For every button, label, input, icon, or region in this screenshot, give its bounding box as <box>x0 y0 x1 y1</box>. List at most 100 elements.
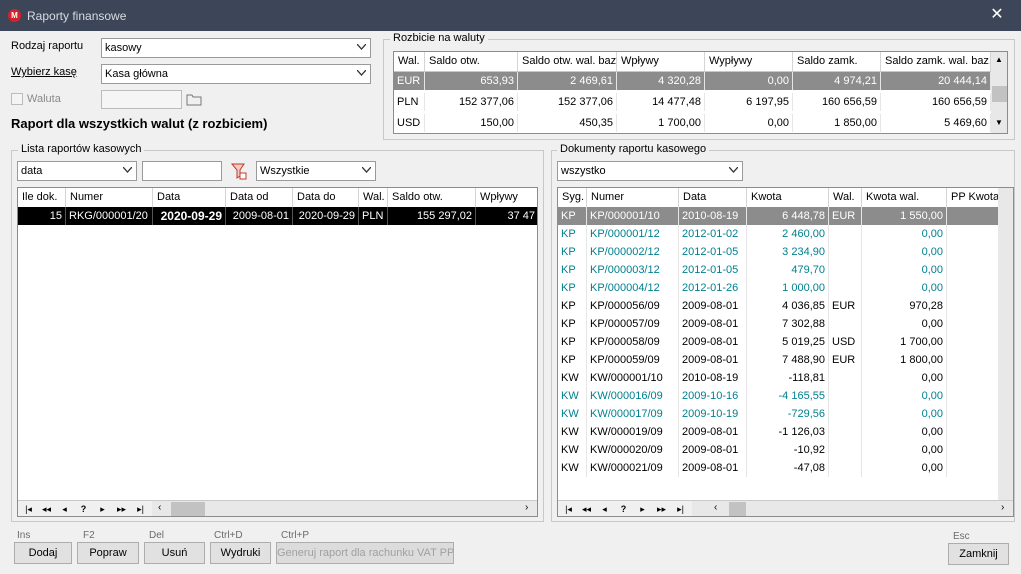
scroll-right-icon[interactable]: › <box>1001 502 1004 513</box>
close-button[interactable]: Zamknij <box>948 543 1009 565</box>
scroll-down-icon[interactable]: ▼ <box>995 118 1003 127</box>
currency-checkbox[interactable] <box>11 93 23 105</box>
chevron-down-icon[interactable] <box>119 163 135 179</box>
prev-record-icon[interactable]: ◂ <box>56 502 73 516</box>
first-record-icon[interactable]: |◂ <box>560 502 577 516</box>
column-header[interactable]: Ile dok. <box>18 188 66 207</box>
column-header[interactable]: Data do <box>293 188 359 207</box>
scrollbar-thumb[interactable] <box>992 86 1007 102</box>
table-row[interactable]: KWKW/000019/092009-08-01-1 126,030,000 <box>558 423 1011 441</box>
table-row[interactable]: KPKP/000001/122012-01-022 460,000,000 <box>558 225 1011 243</box>
delete-shortcut: Del <box>149 530 165 541</box>
table-row[interactable]: KPKP/000057/092009-08-017 302,880,000 <box>558 315 1011 333</box>
table-cell: 479,70 <box>747 261 829 279</box>
last-record-icon[interactable]: ▸| <box>672 502 689 516</box>
column-header[interactable]: Data <box>153 188 226 207</box>
column-header[interactable]: Wal. <box>829 188 862 207</box>
table-row[interactable]: KP KP/000056/09 2009-08-01 4 036,85 EUR 970,2… <box>558 297 1011 315</box>
horizontal-scrollbar[interactable]: ‹ › <box>692 501 1013 516</box>
cashbox-select[interactable]: Kasa główna <box>101 64 371 84</box>
reports-filter-input[interactable] <box>142 161 222 181</box>
chevron-down-icon[interactable] <box>353 66 369 82</box>
vertical-scrollbar[interactable]: ▲ ▼ <box>991 52 1007 133</box>
table-row[interactable]: KPKP/000003/122012-01-05479,700,000 <box>558 261 1011 279</box>
reports-status-select[interactable]: Wszystkie <box>256 161 376 181</box>
generate-vat-report-button[interactable]: Generuj raport dla rachunku VAT PP <box>276 542 454 564</box>
scrollbar-thumb[interactable] <box>729 502 746 516</box>
table-cell: 0,00 <box>862 279 947 297</box>
column-header[interactable]: Saldo zamk. <box>793 52 881 71</box>
documents-table[interactable]: Syg. Numer Data Kwota Wal. Kwota wal. PP… <box>557 187 1014 517</box>
chevron-down-icon[interactable] <box>353 40 369 56</box>
scroll-left-icon[interactable]: ‹ <box>714 502 717 513</box>
table-cell: -729,56 <box>747 405 829 423</box>
column-header[interactable]: Data <box>679 188 747 207</box>
table-row[interactable]: KP KP/000058/09 2009-08-01 5 019,25 USD 1 700… <box>558 333 1011 351</box>
table-row[interactable]: KWKW/000021/092009-08-01-47,080,000 <box>558 459 1011 477</box>
scrollbar-thumb[interactable] <box>171 502 205 516</box>
chevron-down-icon[interactable] <box>725 163 741 179</box>
column-header[interactable]: Syg. <box>558 188 587 207</box>
currency-breakdown-title: Rozbicie na waluty <box>390 32 488 44</box>
help-icon[interactable]: ? <box>615 502 632 516</box>
column-header[interactable]: Numer <box>66 188 153 207</box>
table-row[interactable]: USD 150,00 450,35 1 700,00 0,00 1 850,00… <box>394 114 991 132</box>
column-header[interactable]: Saldo otw. <box>388 188 476 207</box>
table-row[interactable]: KWKW/000017/092009-10-19-729,560,000 <box>558 405 1011 423</box>
scroll-left-icon[interactable]: ‹ <box>158 502 161 513</box>
currency-input[interactable] <box>101 90 182 109</box>
first-record-icon[interactable]: |◂ <box>20 502 37 516</box>
edit-button[interactable]: Popraw <box>77 542 139 564</box>
prev-page-icon[interactable]: ◂◂ <box>578 502 595 516</box>
table-row[interactable]: KWKW/000020/092009-08-01-10,920,000 <box>558 441 1011 459</box>
column-header[interactable]: Wal. <box>359 188 388 207</box>
scroll-up-icon[interactable]: ▲ <box>995 55 1003 64</box>
report-type-select[interactable]: kasowy <box>101 38 371 58</box>
reports-table[interactable]: Ile dok. Numer Data Data od Data do Wal.… <box>17 187 538 517</box>
table-row[interactable]: 15 RKG/000001/20 2020-09-29 2009-08-01 2… <box>18 207 537 225</box>
documents-filter-select[interactable]: wszystko <box>557 161 743 181</box>
column-header[interactable]: Kwota <box>747 188 829 207</box>
table-row[interactable]: KPKP/000004/122012-01-261 000,000,000 <box>558 279 1011 297</box>
table-row[interactable]: KP KP/000059/09 2009-08-01 7 488,90 EUR 1 800… <box>558 351 1011 369</box>
currency-breakdown-table[interactable]: Wal. Saldo otw. Saldo otw. wal. baz. Wpł… <box>393 51 1008 134</box>
column-header[interactable]: Wypływy <box>705 52 793 71</box>
table-row[interactable]: EUR 653,93 2 469,61 4 320,28 0,00 4 974,… <box>394 72 991 90</box>
next-record-icon[interactable]: ▸ <box>94 502 111 516</box>
filter-icon[interactable] <box>230 162 247 180</box>
vertical-scrollbar[interactable] <box>998 188 1013 500</box>
table-row[interactable]: KP KP/000001/10 2010-08-19 6 448,78 EUR 1 550… <box>558 207 1011 225</box>
column-header[interactable]: Saldo zamk. wal. baz. <box>881 52 991 71</box>
print-button[interactable]: Wydruki <box>210 542 271 564</box>
column-header[interactable]: Kwota wal. <box>862 188 947 207</box>
prev-record-icon[interactable]: ◂ <box>596 502 613 516</box>
table-cell: 6 197,95 <box>705 93 793 111</box>
table-row[interactable]: KWKW/000001/102010-08-19-118,810,000 <box>558 369 1011 387</box>
documents-title: Dokumenty raportu kasowego <box>557 143 710 155</box>
column-header[interactable]: Saldo otw. wal. baz. <box>518 52 617 71</box>
delete-button[interactable]: Usuń <box>144 542 205 564</box>
table-cell: 7 302,88 <box>747 315 829 333</box>
column-header[interactable]: Wpływy <box>476 188 537 207</box>
add-button[interactable]: Dodaj <box>14 542 72 564</box>
table-row[interactable]: KWKW/000016/092009-10-16-4 165,550,000 <box>558 387 1011 405</box>
folder-icon[interactable] <box>186 93 202 106</box>
table-row[interactable]: KPKP/000002/122012-01-053 234,900,000 <box>558 243 1011 261</box>
next-record-icon[interactable]: ▸ <box>634 502 651 516</box>
close-icon[interactable]: ✕ <box>988 5 1006 25</box>
last-record-icon[interactable]: ▸| <box>132 502 149 516</box>
column-header[interactable]: Data od <box>226 188 293 207</box>
column-header[interactable]: Numer <box>587 188 679 207</box>
column-header[interactable]: Wal. <box>394 52 425 71</box>
table-row[interactable]: PLN 152 377,06 152 377,06 14 477,48 6 19… <box>394 93 991 111</box>
horizontal-scrollbar[interactable]: ‹ › <box>152 501 537 516</box>
column-header[interactable]: Saldo otw. <box>425 52 518 71</box>
scroll-right-icon[interactable]: › <box>525 502 528 513</box>
next-page-icon[interactable]: ▸▸ <box>653 502 670 516</box>
help-icon[interactable]: ? <box>75 502 92 516</box>
column-header[interactable]: Wpływy <box>617 52 705 71</box>
reports-filter-field-select[interactable]: data <box>17 161 137 181</box>
prev-page-icon[interactable]: ◂◂ <box>38 502 55 516</box>
chevron-down-icon[interactable] <box>358 163 374 179</box>
next-page-icon[interactable]: ▸▸ <box>113 502 130 516</box>
